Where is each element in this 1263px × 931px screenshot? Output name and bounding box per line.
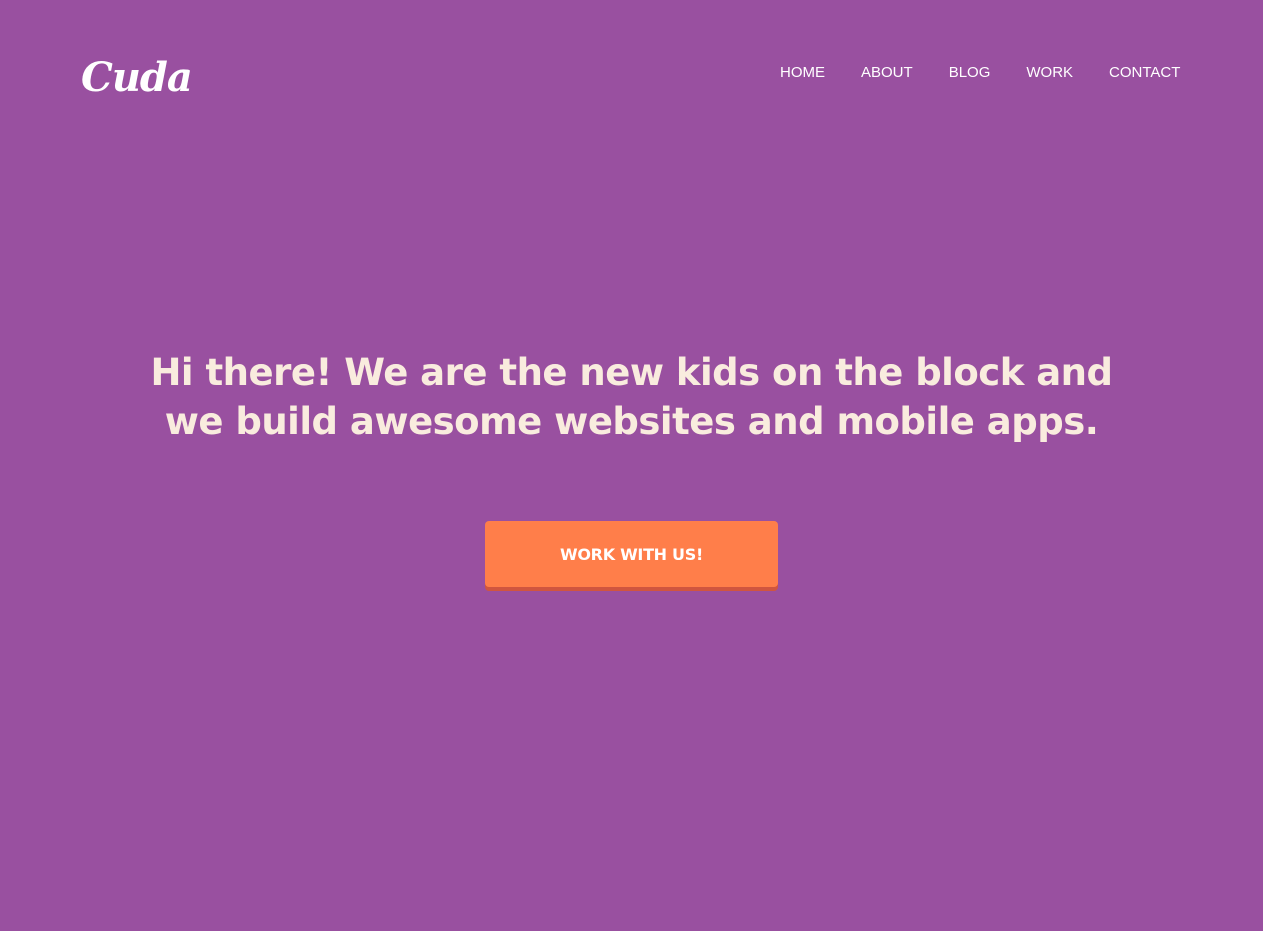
site-header: Cuda HOME ABOUT BLOG WORK CONTACT (0, 0, 1263, 140)
work-with-us-button[interactable]: WORK WITH US! (485, 521, 778, 587)
logo[interactable]: Cuda (81, 54, 193, 102)
nav-item-home[interactable]: HOME (780, 62, 825, 84)
hero-heading: Hi there! We are the new kids on the blo… (150, 351, 1113, 443)
nav-item-contact[interactable]: CONTACT (1109, 62, 1180, 84)
main-nav: HOME ABOUT BLOG WORK CONTACT (780, 62, 1180, 84)
nav-item-work[interactable]: WORK (1026, 62, 1073, 84)
nav-item-about[interactable]: ABOUT (861, 62, 913, 84)
nav-item-blog[interactable]: BLOG (949, 62, 991, 84)
